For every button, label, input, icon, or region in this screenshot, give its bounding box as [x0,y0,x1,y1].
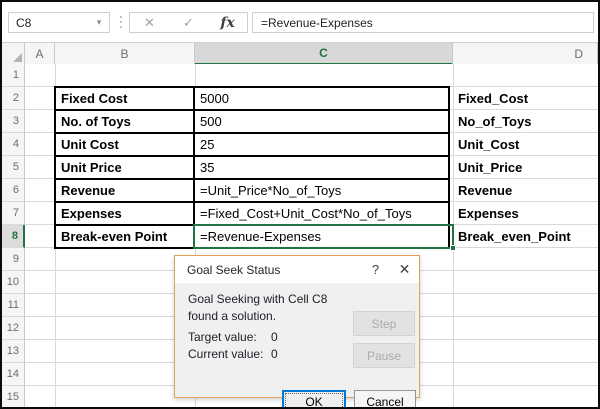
name-box-dropdown-icon[interactable]: ▾ [89,17,109,28]
row-header-13[interactable]: 13 [2,340,25,363]
cancel-button[interactable]: Cancel [354,390,416,409]
row-header-10[interactable]: 10 [2,271,25,294]
cell-c3[interactable]: 500 [194,110,449,133]
row-header-4[interactable]: 4 [2,133,25,156]
dialog-title: Goal Seek Status [175,263,361,277]
cell-c6[interactable]: =Unit_Price*No_of_Toys [194,179,449,202]
cell-d5[interactable]: Unit_Price [458,156,522,179]
formula-buttons: ✕ ✓ fx [129,12,248,33]
cell-b4[interactable]: Unit Cost [55,133,194,156]
column-header-b[interactable]: B [55,43,195,65]
cell-d2[interactable]: Fixed_Cost [458,87,528,110]
cell-c2[interactable]: 5000 [194,87,449,110]
row-header-14[interactable]: 14 [2,363,25,386]
cell-d8[interactable]: Break_even_Point [458,225,571,248]
enter-entry-icon[interactable]: ✓ [169,15,208,31]
select-all-button[interactable] [2,43,25,65]
cell-d4[interactable]: Unit_Cost [458,133,519,156]
cell-d3[interactable]: No_of_Toys [458,110,531,133]
cell-b7[interactable]: Expenses [55,202,194,225]
cell-c4[interactable]: 25 [194,133,449,156]
fill-handle[interactable] [450,245,456,251]
row-header-1[interactable]: 1 [2,64,25,87]
cell-b8[interactable]: Break-even Point [55,225,194,248]
cell-d6[interactable]: Revenue [458,179,512,202]
name-box[interactable]: C8 ▾ [8,12,110,33]
dialog-message-line2: found a solution. [188,308,327,325]
row-header-11[interactable]: 11 [2,294,25,317]
cell-b3[interactable]: No. of Toys [55,110,194,133]
row-header-3[interactable]: 3 [2,110,25,133]
cell-b5[interactable]: Unit Price [55,156,194,179]
close-icon[interactable]: ✕ [390,256,419,283]
dialog-titlebar[interactable]: Goal Seek Status ? ✕ [175,256,419,283]
target-value: 0 [271,329,278,346]
step-button[interactable]: Step [353,311,415,336]
table-row: No. of Toys 500 [55,110,449,133]
table-row: Unit Cost 25 [55,133,449,156]
insert-function-icon[interactable]: fx [208,15,247,31]
column-headers: A B C D [2,42,598,64]
row-header-8-selected[interactable]: 8 [2,225,25,248]
cancel-entry-icon[interactable]: ✕ [130,15,169,31]
cell-d7[interactable]: Expenses [458,202,519,225]
dialog-message-line1: Goal Seeking with Cell C8 [188,291,327,308]
row-header-7[interactable]: 7 [2,202,25,225]
target-value-label: Target value: [188,329,271,346]
row-header-2[interactable]: 2 [2,87,25,110]
dialog-body: Goal Seeking with Cell C8 found a soluti… [175,283,419,399]
column-header-a[interactable]: A [25,43,55,65]
table-row: Unit Price 35 [55,156,449,179]
pause-button[interactable]: Pause [353,343,415,368]
row-header-5[interactable]: 5 [2,156,25,179]
row-header-12[interactable]: 12 [2,317,25,340]
row-header-9[interactable]: 9 [2,248,25,271]
dialog-message: Goal Seeking with Cell C8 found a soluti… [188,291,327,325]
cell-c5[interactable]: 35 [194,156,449,179]
help-icon[interactable]: ? [361,256,390,283]
column-header-c-selected[interactable]: C [195,43,453,65]
toolbar-separator-dots-icon [118,13,124,31]
row-header-6[interactable]: 6 [2,179,25,202]
cell-b2[interactable]: Fixed Cost [55,87,194,110]
formula-bar[interactable]: =Revenue-Expenses [252,12,594,33]
table-row: Fixed Cost 5000 [55,87,449,110]
column-header-d[interactable]: D [453,43,598,65]
dialog-values: Target value: 0 Current value: 0 [188,329,278,363]
excel-window: C8 ▾ ✕ ✓ fx =Revenue-Expenses A B C D 1 … [0,0,600,409]
current-value: 0 [271,346,278,363]
formula-toolbar: C8 ▾ ✕ ✓ fx =Revenue-Expenses [2,2,598,42]
name-box-value: C8 [9,16,89,30]
row-headers: 1 2 3 4 5 6 7 8 9 10 11 12 13 14 15 [2,64,25,409]
table-row: Revenue =Unit_Price*No_of_Toys [55,179,449,202]
select-all-triangle-icon [13,53,22,62]
cell-c7[interactable]: =Fixed_Cost+Unit_Cost*No_of_Toys [194,202,449,225]
ok-button[interactable]: OK [282,390,346,409]
current-value-label: Current value: [188,346,271,363]
formula-bar-text: =Revenue-Expenses [261,16,373,30]
cell-b6[interactable]: Revenue [55,179,194,202]
goal-seek-status-dialog: Goal Seek Status ? ✕ Goal Seeking with C… [174,255,420,398]
table-row: Expenses =Fixed_Cost+Unit_Cost*No_of_Toy… [55,202,449,225]
row-header-15[interactable]: 15 [2,386,25,409]
active-cell-selection-border [193,224,454,249]
ok-button-focus-ring [285,393,343,409]
